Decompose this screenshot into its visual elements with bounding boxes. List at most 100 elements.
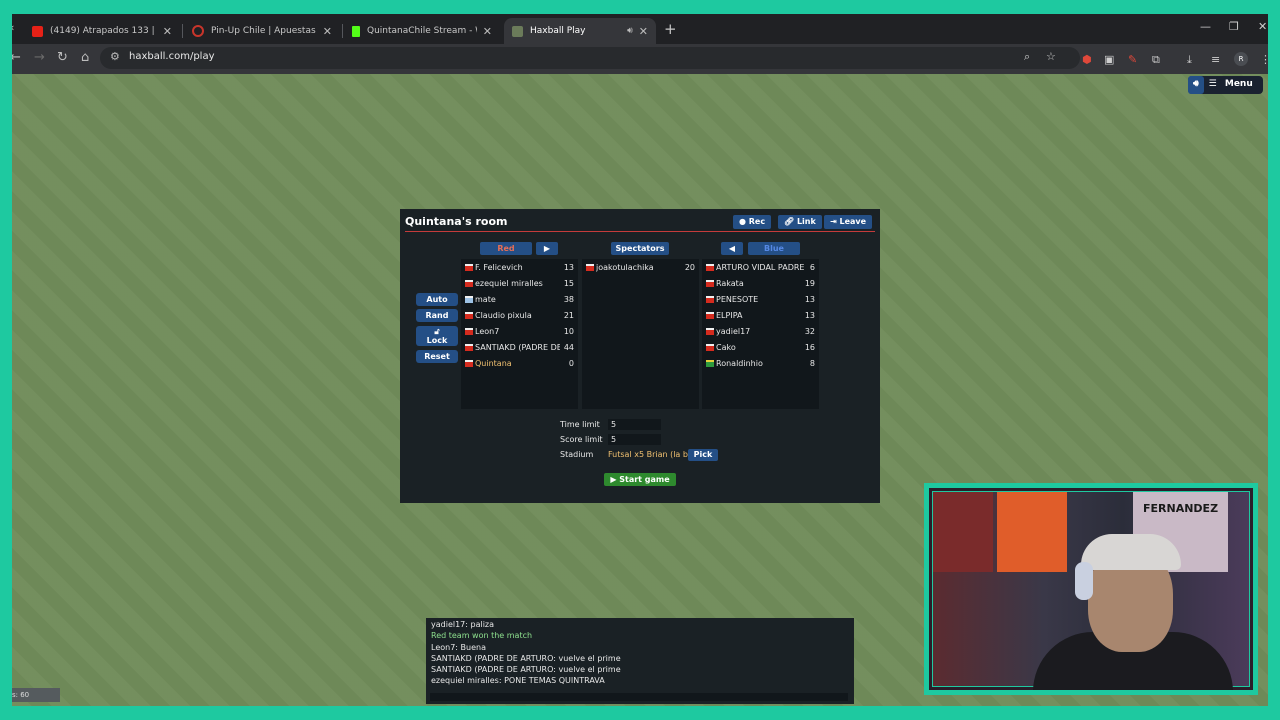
red-team-header[interactable]: Red: [480, 242, 532, 255]
minimize-icon[interactable]: —: [1200, 20, 1211, 33]
chat-message: SANTIAKD (PADRE DE ARTURO: vuelve el pri…: [431, 665, 621, 675]
close-tab-icon[interactable]: ✕: [323, 25, 332, 38]
zoom-icon[interactable]: ⌕: [1024, 50, 1030, 64]
close-tab-icon[interactable]: ✕: [483, 25, 492, 38]
time-limit-label: Time limit: [560, 420, 600, 429]
player-row[interactable]: ARTURO VIDAL PADRE 6: [702, 259, 819, 275]
chat-message: Leon7: Buena: [431, 642, 486, 652]
move-to-blue-arrow-icon[interactable]: ◀: [721, 242, 743, 255]
tab-youtube[interactable]: (4149) Atrapados 133 | Bandas ✕: [24, 18, 180, 44]
rand-button[interactable]: Rand: [416, 309, 458, 322]
spectators-header[interactable]: Spectators: [611, 242, 669, 255]
player-ping: 13: [804, 310, 815, 320]
player-row[interactable]: Ronaldinhio 8: [702, 355, 819, 371]
chat-log: yadiel17: paliza Red team won the match Le…: [426, 618, 854, 688]
home-icon[interactable]: ⌂: [81, 50, 89, 65]
webcam-overlay: FERNANDEZ: [924, 483, 1258, 695]
rec-button[interactable]: ● Rec: [733, 215, 772, 229]
country-flag-icon: [706, 327, 714, 335]
player-row[interactable]: Quintana 0: [461, 355, 578, 371]
spectators-list[interactable]: joakotulachika 20: [582, 259, 699, 409]
stadium-name: Futsal x5 Brian (la br...: [608, 450, 699, 459]
start-game-button[interactable]: ▶ Start game: [604, 473, 676, 486]
player-ping: 44: [563, 342, 574, 352]
country-flag-icon: [465, 359, 473, 367]
download-icon[interactable]: ⤓: [1187, 53, 1192, 67]
reset-button[interactable]: Reset: [416, 350, 458, 363]
extensions-puzzle-icon[interactable]: ⧉: [1152, 53, 1160, 67]
bookmark-star-icon[interactable]: ☆: [1046, 50, 1056, 63]
room-dialog: Quintana's room ● Rec 🔗︎ Link ⇥ Leave Re…: [400, 209, 880, 503]
time-limit-field[interactable]: 5: [608, 419, 661, 430]
extension-pdf-icon[interactable]: ✎: [1128, 53, 1137, 66]
player-row[interactable]: yadiel17 32: [702, 323, 819, 339]
lock-button[interactable]: 🔓︎ Lock: [416, 326, 458, 346]
player-row[interactable]: Rakata 19: [702, 275, 819, 291]
chat-input[interactable]: [430, 693, 848, 701]
lock-icon: 🔓︎: [434, 327, 440, 336]
person-cap: [1081, 534, 1181, 570]
close-tab-icon[interactable]: ✕: [163, 25, 172, 38]
browser-menu-icon[interactable]: ⋮: [1260, 53, 1268, 66]
player-row[interactable]: Leon7 10: [461, 323, 578, 339]
new-tab-icon[interactable]: +: [664, 20, 677, 38]
auto-button[interactable]: Auto: [416, 293, 458, 306]
site-info-icon[interactable]: ⚙: [110, 50, 120, 63]
blue-team-list[interactable]: ARTURO VIDAL PADRE 6 Rakata 19 PENESOTE 13 ELP…: [702, 259, 819, 409]
tab-search-icon[interactable]: ‹: [12, 21, 14, 34]
toolbar: ← → ↻ ⌂ ⚙ haxball.com/play ⌕ ☆ ⬢ ▣ ✎ ⧉ ⤓…: [12, 44, 1268, 74]
haxball-favicon-icon: [512, 25, 523, 37]
pick-stadium-button[interactable]: Pick: [688, 449, 718, 461]
player-row[interactable]: joakotulachika 20: [582, 259, 699, 275]
country-flag-icon: [706, 311, 714, 319]
leave-button[interactable]: ⇥ Leave: [824, 215, 873, 229]
tab-kick[interactable]: QuintanaChile Stream - Watch ✕: [344, 18, 500, 44]
player-ping: 8: [809, 358, 815, 368]
lock-label: Lock: [426, 336, 448, 345]
close-window-icon[interactable]: ✕: [1258, 20, 1267, 33]
close-tab-icon[interactable]: ✕: [639, 25, 648, 38]
profile-avatar[interactable]: R: [1234, 52, 1248, 66]
country-flag-icon: [706, 343, 714, 351]
extension-adblock-icon[interactable]: ⬢: [1082, 53, 1092, 66]
chat-box: yadiel17: paliza Red team won the match Le…: [426, 618, 854, 704]
blue-team-header[interactable]: Blue: [748, 242, 800, 255]
address-bar[interactable]: ⚙ haxball.com/play ⌕ ☆: [100, 47, 1080, 69]
player-row[interactable]: PENESOTE 13: [702, 291, 819, 307]
player-row[interactable]: ELPIPA 13: [702, 307, 819, 323]
forward-icon[interactable]: →: [34, 50, 45, 65]
player-ping: 20: [684, 262, 695, 272]
player-row[interactable]: Cako 16: [702, 339, 819, 355]
tab-pinup[interactable]: Pin-Up Chile | Apuestas y Casin ✕: [184, 18, 340, 44]
country-flag-icon: [465, 327, 473, 335]
player-row[interactable]: ezequiel miralles 15: [461, 275, 578, 291]
player-row[interactable]: F. Felicevich 13: [461, 259, 578, 275]
reload-icon[interactable]: ↻: [57, 50, 68, 65]
country-flag-icon: [465, 343, 473, 351]
pinup-favicon-icon: [192, 25, 204, 37]
player-row[interactable]: mate 38: [461, 291, 578, 307]
media-controls-icon[interactable]: ≡: [1211, 53, 1220, 66]
browser-window: ‹ (4149) Atrapados 133 | Bandas ✕ Pin-Up…: [12, 14, 1268, 706]
restore-icon[interactable]: ❐: [1229, 20, 1239, 33]
tab-divider: [342, 24, 343, 38]
player-row[interactable]: SANTIAKD (PADRE DE A44: [461, 339, 578, 355]
player-name: ARTURO VIDAL PADRE: [716, 262, 805, 272]
url-text: haxball.com/play: [129, 51, 215, 62]
player-row[interactable]: Claudio pixula 21: [461, 307, 578, 323]
sound-toggle-icon[interactable]: 🔊︎: [1188, 76, 1204, 94]
player-ping: 19: [804, 278, 815, 288]
speaker-icon[interactable]: 🔊︎: [627, 26, 633, 36]
player-ping: 10: [563, 326, 574, 336]
extension-icon[interactable]: ▣: [1104, 53, 1114, 66]
fps-counter: s: 60: [12, 688, 60, 702]
tab-strip: ‹ (4149) Atrapados 133 | Bandas ✕ Pin-Up…: [12, 14, 1268, 44]
score-limit-field[interactable]: 5: [608, 434, 661, 445]
menu-button[interactable]: ☰ Menu: [1204, 76, 1263, 94]
red-team-list[interactable]: F. Felicevich 13 ezequiel miralles 15 mate 38…: [461, 259, 578, 409]
move-to-red-arrow-icon[interactable]: ▶: [536, 242, 558, 255]
link-button[interactable]: 🔗︎ Link: [778, 215, 822, 229]
back-icon[interactable]: ←: [12, 50, 21, 65]
tab-haxball[interactable]: Haxball Play 🔊︎ ✕: [504, 18, 656, 44]
chat-message: ezequiel miralles: PONE TEMAS QUINTRAVA: [431, 676, 605, 686]
